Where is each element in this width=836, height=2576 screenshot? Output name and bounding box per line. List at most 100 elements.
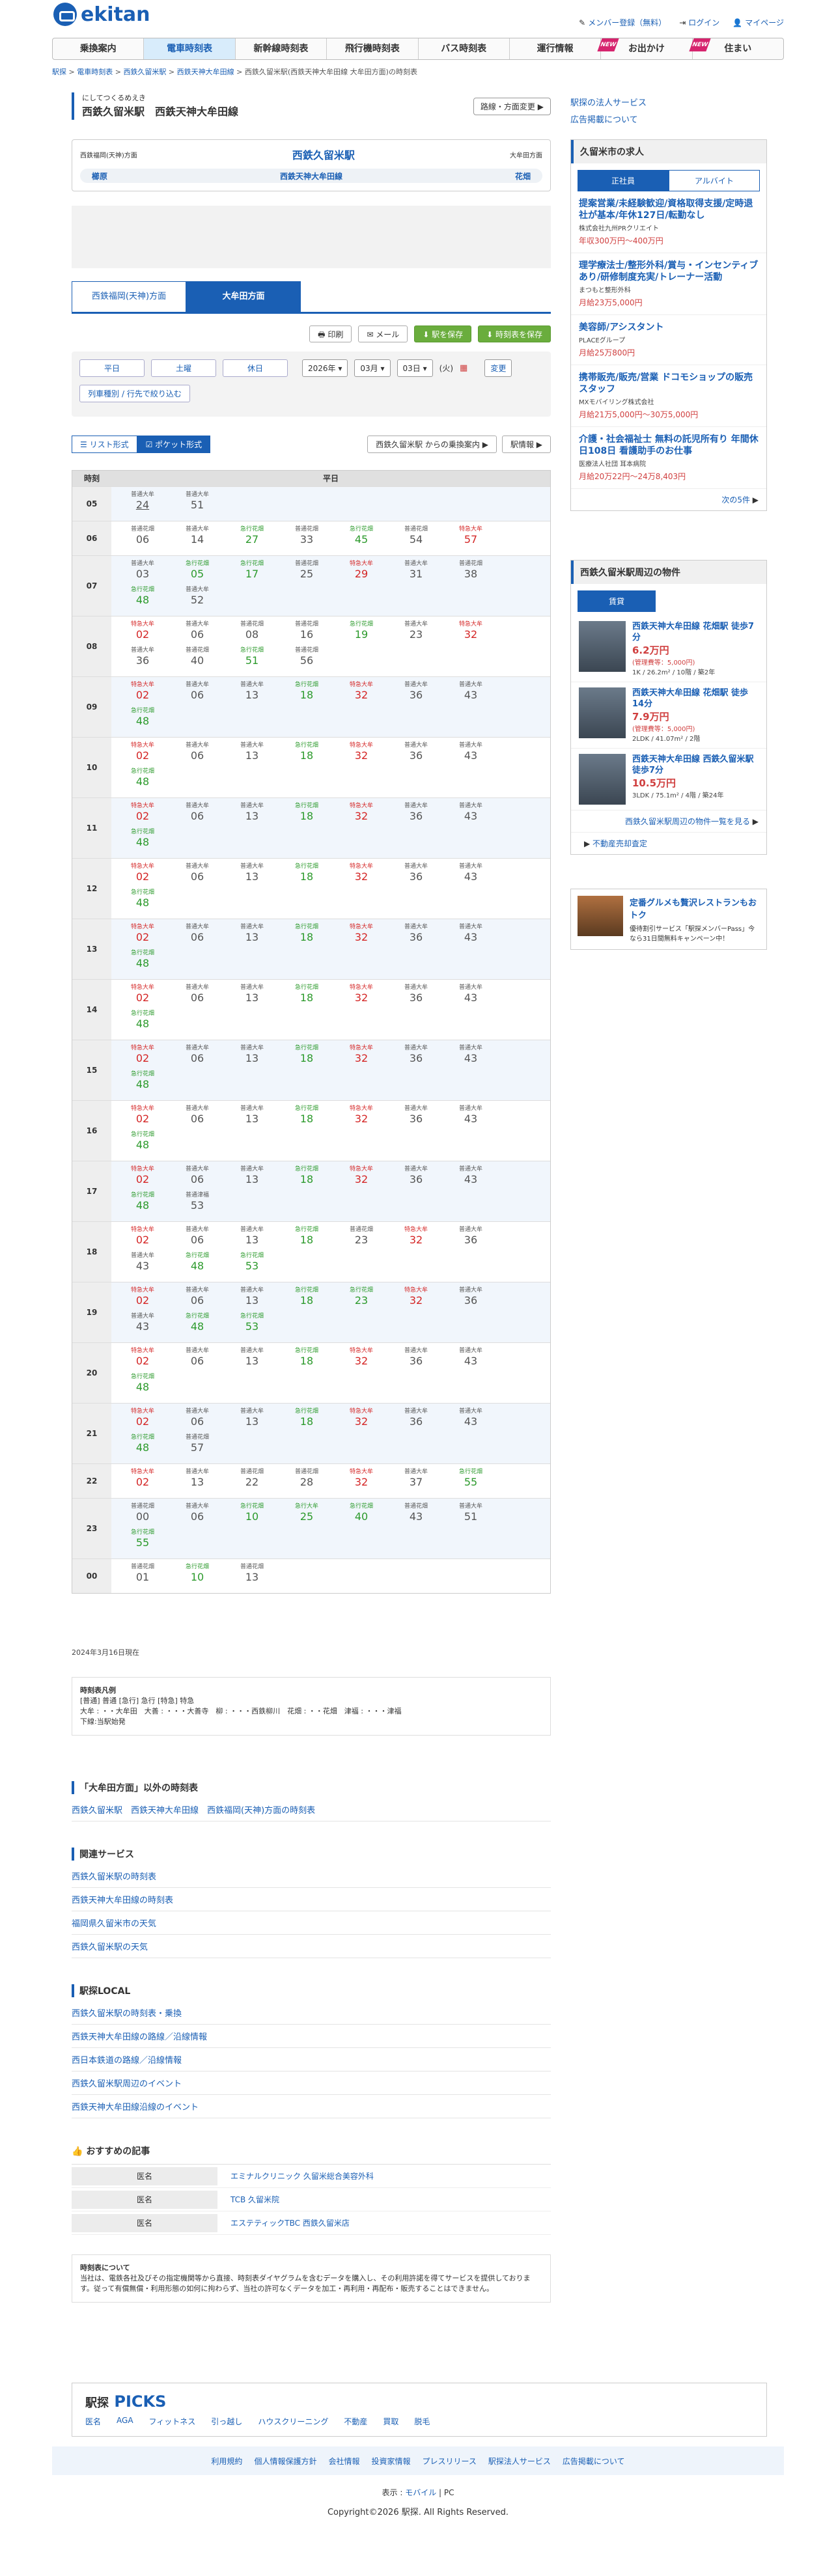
departure[interactable]: 普通大牟 06 xyxy=(170,1226,225,1252)
departure[interactable]: 急行花畑 18 xyxy=(279,802,334,828)
departure[interactable]: 普通大牟 06 xyxy=(170,620,225,646)
list-link[interactable]: 西鉄久留米駅の天気 xyxy=(72,1935,551,1958)
departure[interactable]: 急行花畑 48 xyxy=(115,586,170,612)
departure[interactable]: 普通大牟 36 xyxy=(389,923,443,949)
departure[interactable]: 急行花畑 48 xyxy=(115,1131,170,1157)
departure[interactable]: 特急大牟 29 xyxy=(334,560,389,586)
calendar-icon[interactable]: ▦ xyxy=(460,363,467,373)
departure[interactable]: 特急大牟 57 xyxy=(443,525,498,551)
property-more-link[interactable]: 西鉄久留米駅周辺の物件一覧を見る xyxy=(625,817,750,826)
year-select[interactable]: 2026年 ▾ xyxy=(302,359,348,377)
departure[interactable]: 普通花畑 23 xyxy=(334,1226,389,1252)
departure[interactable]: 普通花畑 00 xyxy=(115,1503,170,1529)
departure[interactable]: 急行花畑 18 xyxy=(279,1407,334,1433)
departure[interactable]: 普通花畑 16 xyxy=(279,620,334,646)
departure[interactable]: 急行花畑 53 xyxy=(225,1252,279,1278)
departure[interactable]: 普通大牟 43 xyxy=(443,984,498,1010)
nav-item[interactable]: 新幹線時刻表 xyxy=(236,38,327,59)
departure[interactable]: 普通大牟 13 xyxy=(225,1165,279,1191)
nav-item[interactable]: 電車時刻表 xyxy=(144,38,236,59)
departure[interactable]: 普通津福 53 xyxy=(170,1191,225,1217)
departure[interactable]: 特急大牟 02 xyxy=(115,802,170,828)
departure[interactable]: 普通大牟 06 xyxy=(170,1286,225,1312)
side-link-corporate[interactable]: 駅探の法人サービス xyxy=(570,98,647,108)
departure[interactable]: 普通大牟 43 xyxy=(443,1165,498,1191)
mypage-link[interactable]: 👤 マイページ xyxy=(732,17,784,28)
saturday-button[interactable]: 土曜 xyxy=(151,359,216,377)
mobile-link[interactable]: モバイル xyxy=(405,2488,436,2497)
departure[interactable]: 普通花畑 28 xyxy=(279,1468,334,1494)
departure[interactable]: 普通花畑 38 xyxy=(443,560,498,586)
departure[interactable]: 特急大牟 02 xyxy=(115,1468,170,1494)
departure[interactable]: 急行花畑 48 xyxy=(115,1373,170,1399)
departure[interactable]: 普通大牟 43 xyxy=(443,1407,498,1433)
picks-link[interactable]: 医名 xyxy=(85,2416,101,2427)
list-view-button[interactable]: ☰ リスト形式 xyxy=(72,435,137,453)
next-station-link[interactable]: 花畑 xyxy=(515,171,531,182)
departure[interactable]: 普通花畑 06 xyxy=(115,525,170,551)
footer-link[interactable]: 広告掲載について xyxy=(563,2456,625,2467)
departure[interactable]: 普通大牟 43 xyxy=(443,1044,498,1070)
departure[interactable]: 急行花畑 18 xyxy=(279,984,334,1010)
departure[interactable]: 普通大牟 36 xyxy=(115,646,170,672)
departure[interactable]: 急行花畑 53 xyxy=(225,1312,279,1338)
departure[interactable]: 急行花畑 45 xyxy=(334,525,389,551)
departure[interactable]: 普通大牟 43 xyxy=(443,681,498,707)
departure[interactable]: 急行花畑 19 xyxy=(334,620,389,646)
direction-change-button[interactable]: 路線・方面変更 ▶ xyxy=(473,98,551,115)
holiday-button[interactable]: 休日 xyxy=(223,359,288,377)
footer-link[interactable]: 投資家情報 xyxy=(371,2456,410,2467)
departure[interactable]: 特急大牟 32 xyxy=(334,1468,389,1494)
departure[interactable]: 急行花畑 27 xyxy=(225,525,279,551)
property-item[interactable]: 西鉄天神大牟田線 西鉄久留米駅 徒歩7分 10.5万円 3LDK / 75.1m² … xyxy=(571,749,766,810)
departure[interactable]: 普通大牟 13 xyxy=(225,681,279,707)
recommend-link[interactable]: エステティックTBC 西鉄久留米店 xyxy=(217,2217,350,2228)
save-station-button[interactable]: ⬇ 駅を保存 xyxy=(414,325,472,342)
departure[interactable]: 普通大牟 43 xyxy=(115,1312,170,1338)
day-select[interactable]: 03日 ▾ xyxy=(397,359,433,377)
job-item[interactable]: 介護・社会福祉士 無料の託児所有り 年間休日108日 看護助手のお仕事 医療法人社… xyxy=(571,427,766,489)
other-timetable-link[interactable]: 西鉄久留米駅 西鉄天神大牟田線 西鉄福岡(天神)方面の時刻表 xyxy=(72,1798,551,1821)
picks-link[interactable]: 脱毛 xyxy=(414,2416,430,2427)
departure[interactable]: 普通大牟 06 xyxy=(170,741,225,768)
departure[interactable]: 普通大牟 06 xyxy=(170,1105,225,1131)
departure[interactable]: 普通大牟 14 xyxy=(170,525,225,551)
departure[interactable]: 普通大牟 13 xyxy=(225,1286,279,1312)
departure[interactable]: 普通花畑 40 xyxy=(170,646,225,672)
picks-link[interactable]: フィットネス xyxy=(149,2416,196,2427)
departure[interactable]: 特急大牟 02 xyxy=(115,681,170,707)
departure[interactable]: 急行花畑 48 xyxy=(115,1191,170,1217)
departure[interactable]: 特急大牟 02 xyxy=(115,1407,170,1433)
departure[interactable]: 急行花畑 18 xyxy=(279,1347,334,1373)
departure[interactable]: 特急大牟 32 xyxy=(334,1105,389,1131)
departure[interactable]: 急行大牟 25 xyxy=(279,1503,334,1529)
departure[interactable]: 普通大牟 06 xyxy=(170,1044,225,1070)
list-link[interactable]: 西鉄久留米駅の時刻表 xyxy=(72,1864,551,1888)
footer-link[interactable]: 利用規約 xyxy=(211,2456,242,2467)
departure[interactable]: 特急大牟 32 xyxy=(334,923,389,949)
jobs-more-link[interactable]: 次の5件 xyxy=(721,495,750,505)
nav-item[interactable]: 乗換案内 xyxy=(53,38,145,59)
departure[interactable]: 特急大牟 32 xyxy=(334,1347,389,1373)
breadcrumb-item[interactable]: 西鉄天神大牟田線 xyxy=(177,68,234,76)
departure[interactable]: 普通大牟 24 xyxy=(115,491,170,517)
departure[interactable]: 急行花畑 48 xyxy=(115,707,170,733)
list-link[interactable]: 西鉄久留米駅の時刻表・乗換 xyxy=(72,2001,551,2025)
departure[interactable]: 普通大牟 36 xyxy=(389,1165,443,1191)
departure[interactable]: 普通大牟 13 xyxy=(225,863,279,889)
departure[interactable]: 特急大牟 02 xyxy=(115,863,170,889)
departure[interactable]: 普通大牟 06 xyxy=(170,802,225,828)
departure[interactable]: 特急大牟 32 xyxy=(334,984,389,1010)
property-item[interactable]: 西鉄天神大牟田線 花畑駅 徒歩14分 7.9万円 (管理費等：5,000円) 2LDK… xyxy=(571,682,766,749)
station-info-button[interactable]: 駅情報 ▶ xyxy=(501,435,551,453)
departure[interactable]: 普通大牟 23 xyxy=(389,620,443,646)
departure[interactable]: 急行花畑 48 xyxy=(115,828,170,854)
departure[interactable]: 特急大牟 02 xyxy=(115,1286,170,1312)
departure[interactable]: 普通大牟 13 xyxy=(225,923,279,949)
departure[interactable]: 急行花畑 48 xyxy=(170,1312,225,1338)
departure[interactable]: 普通大牟 43 xyxy=(443,863,498,889)
departure[interactable]: 普通花畑 25 xyxy=(279,560,334,586)
departure[interactable]: 普通大牟 36 xyxy=(389,741,443,768)
departure[interactable]: 普通大牟 13 xyxy=(225,802,279,828)
side-link-ads[interactable]: 広告掲載について xyxy=(570,115,638,125)
